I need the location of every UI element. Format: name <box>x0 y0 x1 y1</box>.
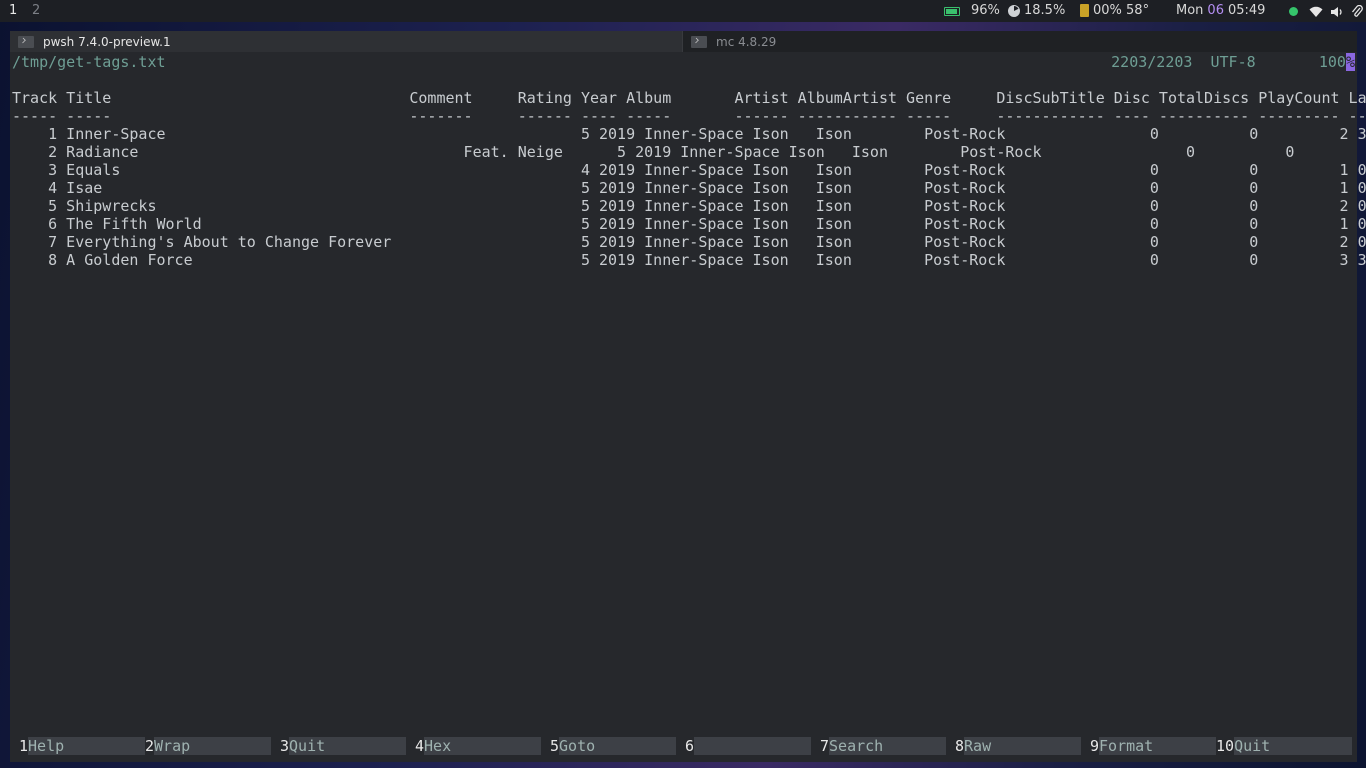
cpu-icon <box>1008 4 1020 17</box>
percent: 100 <box>1318 53 1346 71</box>
tab-title: pwsh 7.4.0-preview.1 <box>43 34 171 49</box>
cursor: % <box>1345 53 1355 71</box>
status-dot-icon[interactable] <box>1289 7 1298 16</box>
fkey-help[interactable]: 1 Help <box>19 737 145 755</box>
table-row: 4 Isae 5 2019 Inner-Space Ison Ison Post… <box>12 179 1366 197</box>
clock-day: Mon <box>1176 3 1204 18</box>
clock-date: 06 <box>1207 3 1224 18</box>
file-path: /tmp/get-tags.txt <box>12 53 166 71</box>
top-bar: 1 2 96% 18.5% 00% 58° Mon 06 05:49 <box>0 0 1366 22</box>
fkey-quit[interactable]: 3 Quit <box>280 737 406 755</box>
encoding: UTF-8 <box>1210 53 1256 71</box>
fkey-search[interactable]: 7 Search <box>820 737 946 755</box>
viewer-status: 2203/2203 UTF-8 100% <box>1111 53 1355 71</box>
fkey-hex[interactable]: 4 Hex <box>415 737 541 755</box>
fkey-goto[interactable]: 5 Goto <box>550 737 676 755</box>
tab-mc[interactable]: mc 4.8.29 <box>682 31 1357 52</box>
fkey-raw[interactable]: 8 Raw <box>955 737 1081 755</box>
table-row: 5 Shipwrecks 5 2019 Inner-Space Ison Iso… <box>12 197 1366 215</box>
table-row: 8 A Golden Force 5 2019 Inner-Space Ison… <box>12 251 1366 269</box>
fkey-6[interactable]: 6 <box>685 737 811 755</box>
viewer-content[interactable]: /tmp/get-tags.txt 2203/2203 UTF-8 100% T… <box>12 52 1366 742</box>
table-row: 2 Radiance Feat. Neige 5 2019 Inner-Spac… <box>12 143 1366 161</box>
fkey-format[interactable]: 9 Format <box>1090 737 1216 755</box>
battery-icon <box>944 7 960 16</box>
terminal-icon <box>691 35 707 48</box>
workspace-1[interactable]: 1 <box>9 3 17 18</box>
table-row: 6 The Fifth World 5 2019 Inner-Space Iso… <box>12 215 1366 233</box>
attachment-icon[interactable] <box>1351 5 1363 18</box>
fkey-quit-10[interactable]: 10 Quit <box>1216 737 1352 755</box>
fkey-wrap[interactable]: 2 Wrap <box>145 737 271 755</box>
terminal-icon <box>18 35 34 48</box>
battery-value: 96% <box>971 3 1000 18</box>
cpu-value: 18.5% <box>1024 3 1066 18</box>
cpu-indicator: 18.5% <box>1008 3 1065 18</box>
table-header-underline: ----- ----- ------- ------ ---- ----- --… <box>12 107 1366 125</box>
table-row: 3 Equals 4 2019 Inner-Space Ison Ison Po… <box>12 161 1366 179</box>
tab-pwsh[interactable]: pwsh 7.4.0-preview.1 <box>10 31 682 52</box>
table-row: 1 Inner-Space 5 2019 Inner-Space Ison Is… <box>12 125 1366 143</box>
memory-value: 00% 58° <box>1093 3 1150 18</box>
memory-indicator: 00% 58° <box>1080 3 1149 18</box>
table-header: Track Title Comment Rating Year Album Ar… <box>12 89 1366 107</box>
tab-title: mc 4.8.29 <box>716 34 777 49</box>
position-counter: 2203/2203 <box>1111 53 1193 71</box>
tray <box>1289 5 1363 18</box>
terminal-window: pwsh 7.4.0-preview.1 mc 4.8.29 /tmp/get-… <box>10 31 1366 762</box>
tab-bar: pwsh 7.4.0-preview.1 mc 4.8.29 <box>10 31 1357 52</box>
clock: Mon 06 05:49 <box>1176 3 1265 18</box>
function-key-bar: 1 Help 2 Wrap 3 Quit 4 Hex 5 Goto 6 7 Search 8… <box>10 737 1357 755</box>
memory-icon <box>1080 4 1089 17</box>
table-row: 7 Everything's About to Change Forever 5… <box>12 233 1366 251</box>
clock-time: 05:49 <box>1227 3 1266 18</box>
volume-icon[interactable] <box>1330 6 1344 18</box>
wifi-icon[interactable] <box>1309 6 1323 18</box>
battery-indicator: 96% <box>944 3 1000 18</box>
workspace-2[interactable]: 2 <box>32 3 40 18</box>
